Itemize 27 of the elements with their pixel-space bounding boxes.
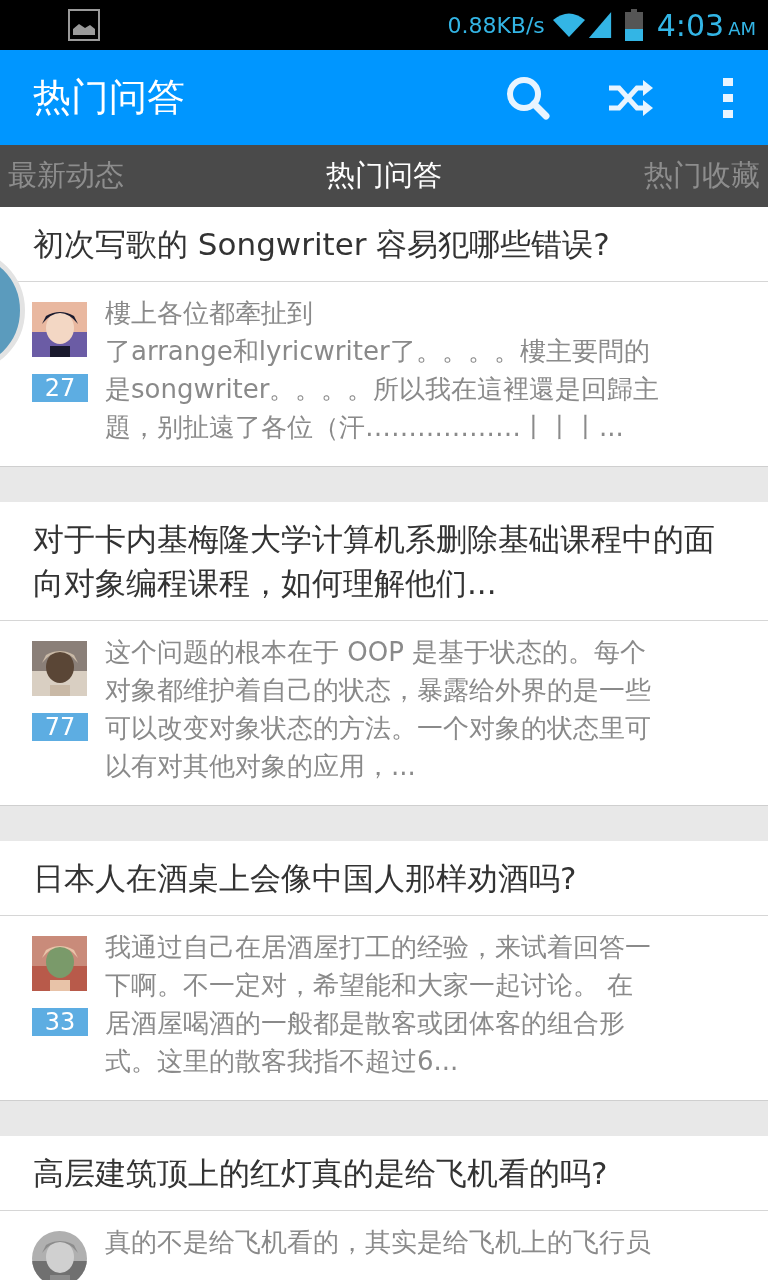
more-icon	[723, 77, 733, 118]
vote-count: 33	[32, 1008, 88, 1036]
wifi-icon	[550, 11, 587, 39]
answer-excerpt: 真的不是给飞机看的，其实是给飞机上的飞行员	[105, 1226, 651, 1259]
app-title: 热门问答	[33, 74, 186, 121]
vote-count: 77	[32, 713, 88, 741]
battery-icon	[624, 9, 643, 41]
signal-icon	[586, 10, 613, 40]
answer-excerpt: 樓上各位都牽扯到 了arrange和lyricwriter了。。。。樓主要問的 是songwriter。。。。所以我在這裡還是回歸主 題，别扯遠了各位（汗………………丨丨丨...	[105, 297, 660, 444]
question-card[interactable]: 对于卡内基梅隆大学计算机系删除基础课程中的面向对象编程课程，如何理解他们... 77 这个问题的根本在于 OOP 是基于状态的。每个 对象都维护着自己的状态，暴露给外界的是一些 可以改变对象状态的方法。一个对象的状态里可 以有对其他对象的应用，...	[0, 502, 768, 806]
clock-ampm: AM	[728, 16, 756, 41]
network-speed: 0.88KB/s	[447, 11, 545, 40]
shuffle-icon	[606, 79, 655, 116]
search-icon	[505, 74, 551, 121]
vote-count: 27	[32, 374, 88, 402]
question-title: 对于卡内基梅隆大学计算机系删除基础课程中的面向对象编程课程，如何理解他们...	[33, 520, 716, 603]
question-card[interactable]: 高层建筑顶上的红灯真的是给飞机看的吗? 真的不是给飞机看的，其实是给飞机上的飞行员	[0, 1136, 768, 1280]
question-card[interactable]: 日本人在酒桌上会像中国人那样劝酒吗? 33 我通过自己在居酒屋打工的经验，来试着回答一 下啊。不一定对，希望能和大家一起讨论。 在 居酒屋喝酒的一般都是散客或团体客的组合形 式。这里的散客我指不超过6...	[0, 841, 768, 1101]
answer-excerpt: 这个问题的根本在于 OOP 是基于状态的。每个 对象都维护着自己的状态，暴露给外界的是一些 可以改变对象状态的方法。一个对象的状态里可 以有对其他对象的应用，...	[105, 636, 651, 783]
question-title: 高层建筑顶上的红灯真的是给飞机看的吗?	[33, 1154, 609, 1193]
question-title: 初次写歌的 Songwriter 容易犯哪些错误?	[33, 225, 611, 264]
answer-excerpt: 我通过自己在居酒屋打工的经验，来试着回答一 下啊。不一定对，希望能和大家一起讨论。 在 居酒屋喝酒的一般都是散客或团体客的组合形 式。这里的散客我指不超过6...	[105, 931, 651, 1078]
image-icon	[68, 9, 100, 41]
clock-time: 4:03	[656, 6, 725, 45]
question-card[interactable]: 初次写歌的 Songwriter 容易犯哪些错误? 27 樓上各位都牽扯到 了arrange和lyricwriter了。。。。樓主要問的 是songwriter。。。。所以我在這裡還是回歸主 題，别扯遠了各位（汗………………丨丨丨...	[0, 207, 768, 467]
tab[interactable]: 热门问答	[326, 154, 442, 198]
question-title: 日本人在酒桌上会像中国人那样劝酒吗?	[33, 859, 578, 898]
